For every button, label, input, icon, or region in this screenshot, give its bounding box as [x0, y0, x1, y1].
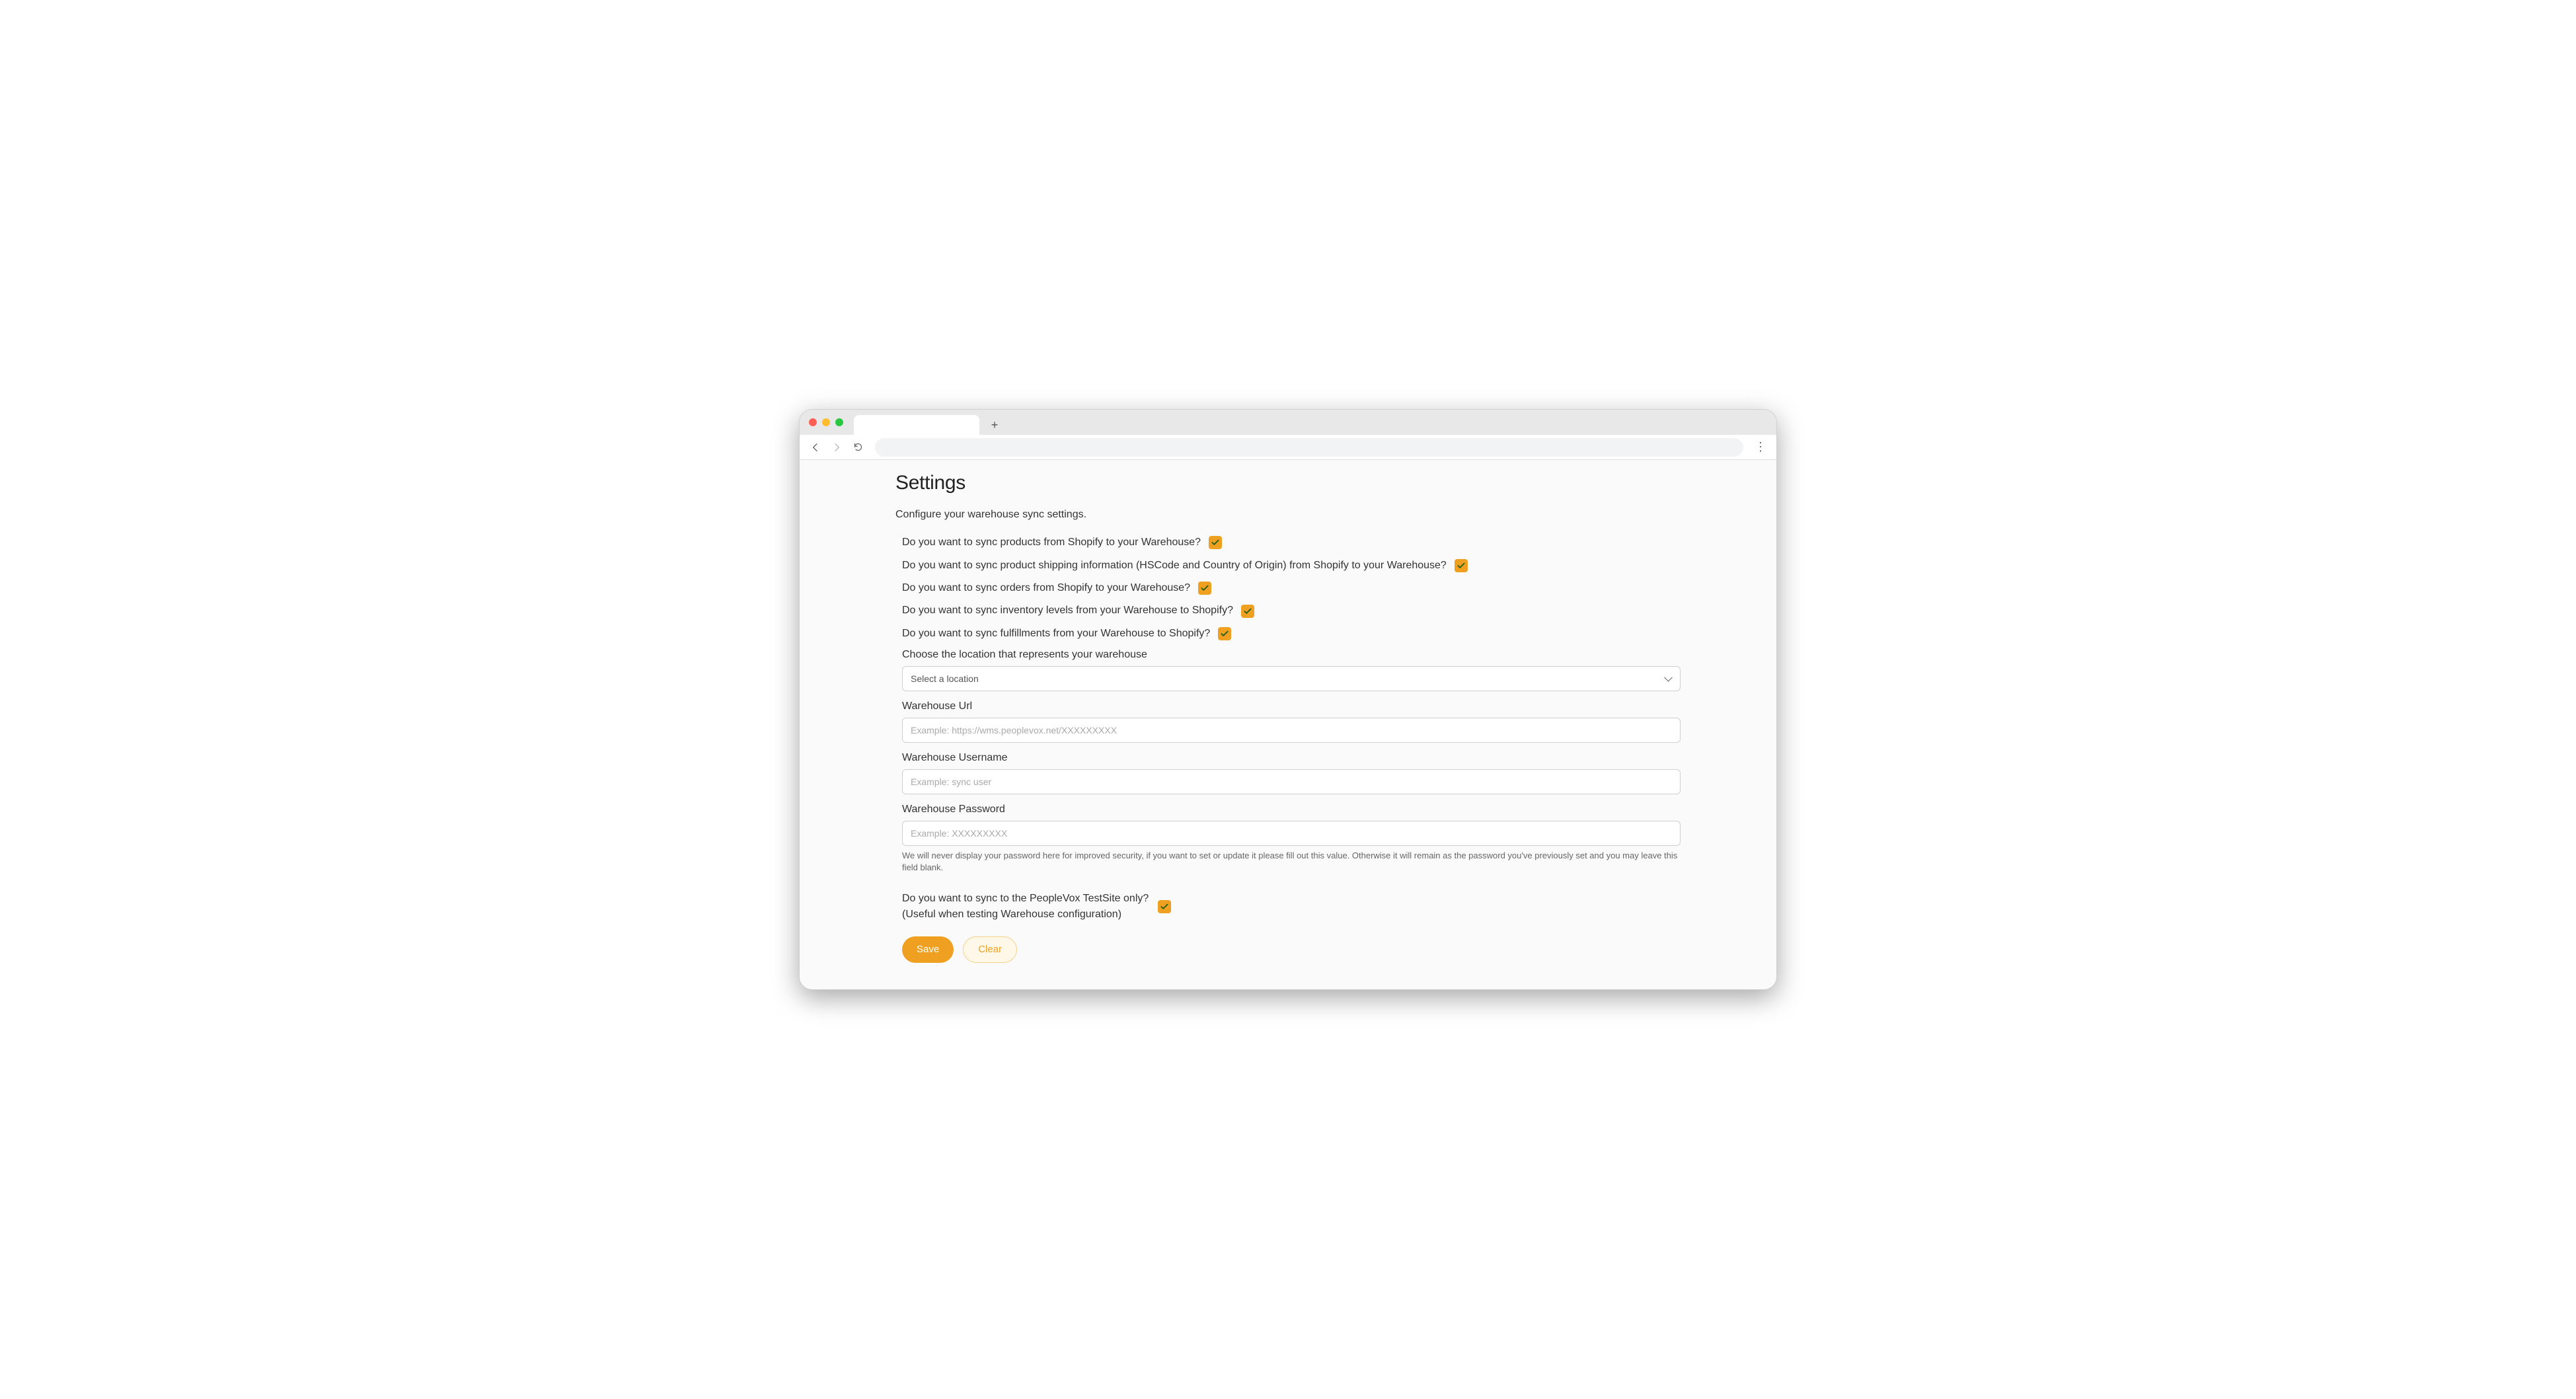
toggle-sync-fulfillments: Do you want to sync fulfillments from yo… — [902, 626, 1681, 641]
tabs-strip: + — [854, 410, 1767, 435]
testsite-label: Do you want to sync to the PeopleVox Tes… — [902, 891, 1149, 921]
checkbox-testsite[interactable] — [1158, 900, 1171, 913]
window-minimize-button[interactable] — [822, 418, 830, 426]
toggle-sync-shipping-info: Do you want to sync product shipping inf… — [902, 558, 1681, 573]
forward-button[interactable] — [827, 438, 846, 457]
warehouse-url-input[interactable] — [902, 718, 1681, 743]
toggle-label: Do you want to sync fulfillments from yo… — [902, 626, 1210, 641]
toggle-label: Do you want to sync orders from Shopify … — [902, 581, 1190, 595]
checkbox-sync-products[interactable] — [1209, 536, 1222, 549]
checkbox-sync-inventory[interactable] — [1241, 605, 1254, 618]
window-close-button[interactable] — [809, 418, 817, 426]
warehouse-username-input[interactable] — [902, 769, 1681, 794]
toggle-label: Do you want to sync product shipping inf… — [902, 558, 1447, 573]
traffic-lights — [809, 418, 843, 426]
field-label: Choose the location that represents your… — [902, 649, 1681, 661]
browser-tab[interactable] — [854, 415, 979, 435]
checkbox-sync-shipping-info[interactable] — [1455, 559, 1468, 572]
page-title: Settings — [895, 472, 1681, 494]
address-bar[interactable] — [875, 438, 1743, 457]
browser-toolbar: ⋮ — [800, 435, 1776, 460]
warehouse-password-input[interactable] — [902, 821, 1681, 846]
toggle-sync-orders: Do you want to sync orders from Shopify … — [902, 581, 1681, 595]
reload-button[interactable] — [849, 438, 867, 457]
browser-window: + ⋮ Settings Configure your warehouse sy… — [799, 409, 1777, 990]
location-select[interactable]: Select a location — [902, 666, 1681, 691]
field-warehouse-username: Warehouse Username — [902, 752, 1681, 794]
checkbox-sync-orders[interactable] — [1198, 582, 1211, 595]
field-warehouse-password: Warehouse Password We will never display… — [902, 804, 1681, 874]
clear-button[interactable]: Clear — [963, 936, 1017, 963]
toggle-label: Do you want to sync products from Shopif… — [902, 535, 1201, 550]
field-warehouse-url: Warehouse Url — [902, 700, 1681, 743]
checkbox-sync-fulfillments[interactable] — [1218, 627, 1231, 640]
content: Settings Configure your warehouse sync s… — [891, 472, 1685, 963]
field-label: Warehouse Username — [902, 752, 1681, 764]
field-label: Warehouse Url — [902, 700, 1681, 712]
toggle-sync-inventory: Do you want to sync inventory levels fro… — [902, 603, 1681, 618]
password-help-text: We will never display your password here… — [902, 850, 1681, 874]
page-viewport: Settings Configure your warehouse sync s… — [800, 460, 1776, 989]
new-tab-button[interactable]: + — [986, 416, 1003, 434]
titlebar: + — [800, 410, 1776, 435]
back-button[interactable] — [806, 438, 825, 457]
field-location: Choose the location that represents your… — [902, 649, 1681, 691]
button-row: Save Clear — [902, 936, 1681, 963]
field-label: Warehouse Password — [902, 804, 1681, 815]
page-subtitle: Configure your warehouse sync settings. — [895, 509, 1681, 521]
browser-menu-button[interactable]: ⋮ — [1751, 438, 1770, 457]
toggle-label: Do you want to sync inventory levels fro… — [902, 603, 1233, 618]
window-maximize-button[interactable] — [835, 418, 843, 426]
toggle-testsite: Do you want to sync to the PeopleVox Tes… — [902, 891, 1681, 921]
toggle-sync-products: Do you want to sync products from Shopif… — [902, 535, 1681, 550]
save-button[interactable]: Save — [902, 936, 954, 963]
